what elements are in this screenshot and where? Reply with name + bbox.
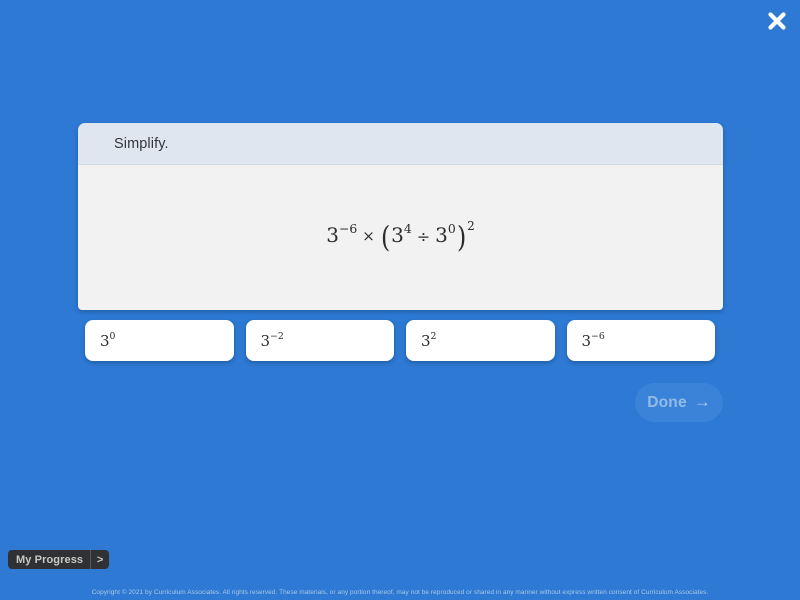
copyright-footer: Copyright © 2021 by Curriculum Associate… <box>91 589 709 596</box>
answer-choice-4[interactable]: 3−6 <box>566 320 715 361</box>
answer-choice-3-base: 3 <box>421 331 431 350</box>
expr-exponent-1: −6 <box>338 221 358 237</box>
close-button[interactable] <box>760 4 794 38</box>
answer-choice-2-base: 3 <box>260 331 271 350</box>
my-progress-button[interactable]: My Progress > <box>8 550 110 569</box>
expr-close-paren: ) <box>456 220 467 254</box>
answer-choice-4-base: 3 <box>581 331 592 350</box>
answer-choice-2-math: 3−2 <box>260 330 284 350</box>
answer-choice-1-exponent: 0 <box>109 330 116 342</box>
expr-exponent-2: 4 <box>403 221 412 237</box>
answer-choices: 30 3−2 32 3−6 <box>85 320 715 361</box>
answer-choice-4-exponent: −6 <box>591 330 605 342</box>
expr-group-exponent: 2 <box>467 219 475 234</box>
answer-choice-3[interactable]: 32 <box>406 320 555 361</box>
done-button[interactable]: Done → <box>635 383 723 422</box>
answer-choice-4-math: 3−6 <box>581 330 605 350</box>
answer-choice-1-base: 3 <box>100 331 110 350</box>
question-card: Simplify. 3−6 × (34 ÷ 30)2 <box>78 123 723 310</box>
question-card-header: Simplify. <box>78 123 723 165</box>
chevron-right-icon[interactable]: > <box>91 550 109 569</box>
expr-exponent-3: 0 <box>447 221 456 237</box>
answer-choice-3-exponent: 2 <box>430 330 437 342</box>
math-expression: 3−6 × (34 ÷ 30)2 <box>326 220 475 254</box>
answer-choice-2[interactable]: 3−2 <box>245 320 394 361</box>
expr-base-3: 3 <box>435 223 448 248</box>
expr-base-2: 3 <box>391 223 404 248</box>
close-icon <box>766 10 788 32</box>
answer-choice-1-math: 30 <box>100 330 116 350</box>
question-prompt: Simplify. <box>114 135 169 152</box>
expr-times-operator: × <box>362 227 375 246</box>
expr-base-1: 3 <box>326 223 339 248</box>
arrow-right-icon: → <box>693 392 711 411</box>
done-button-label: Done <box>647 393 687 411</box>
expr-open-paren: ( <box>380 220 391 254</box>
answer-choice-1[interactable]: 30 <box>85 320 234 361</box>
answer-choice-3-math: 32 <box>421 330 437 350</box>
my-progress-label: My Progress <box>16 553 84 566</box>
question-card-body: 3−6 × (34 ÷ 30)2 <box>78 165 723 310</box>
expr-divide-operator: ÷ <box>416 227 431 247</box>
answer-choice-2-exponent: −2 <box>270 330 284 342</box>
